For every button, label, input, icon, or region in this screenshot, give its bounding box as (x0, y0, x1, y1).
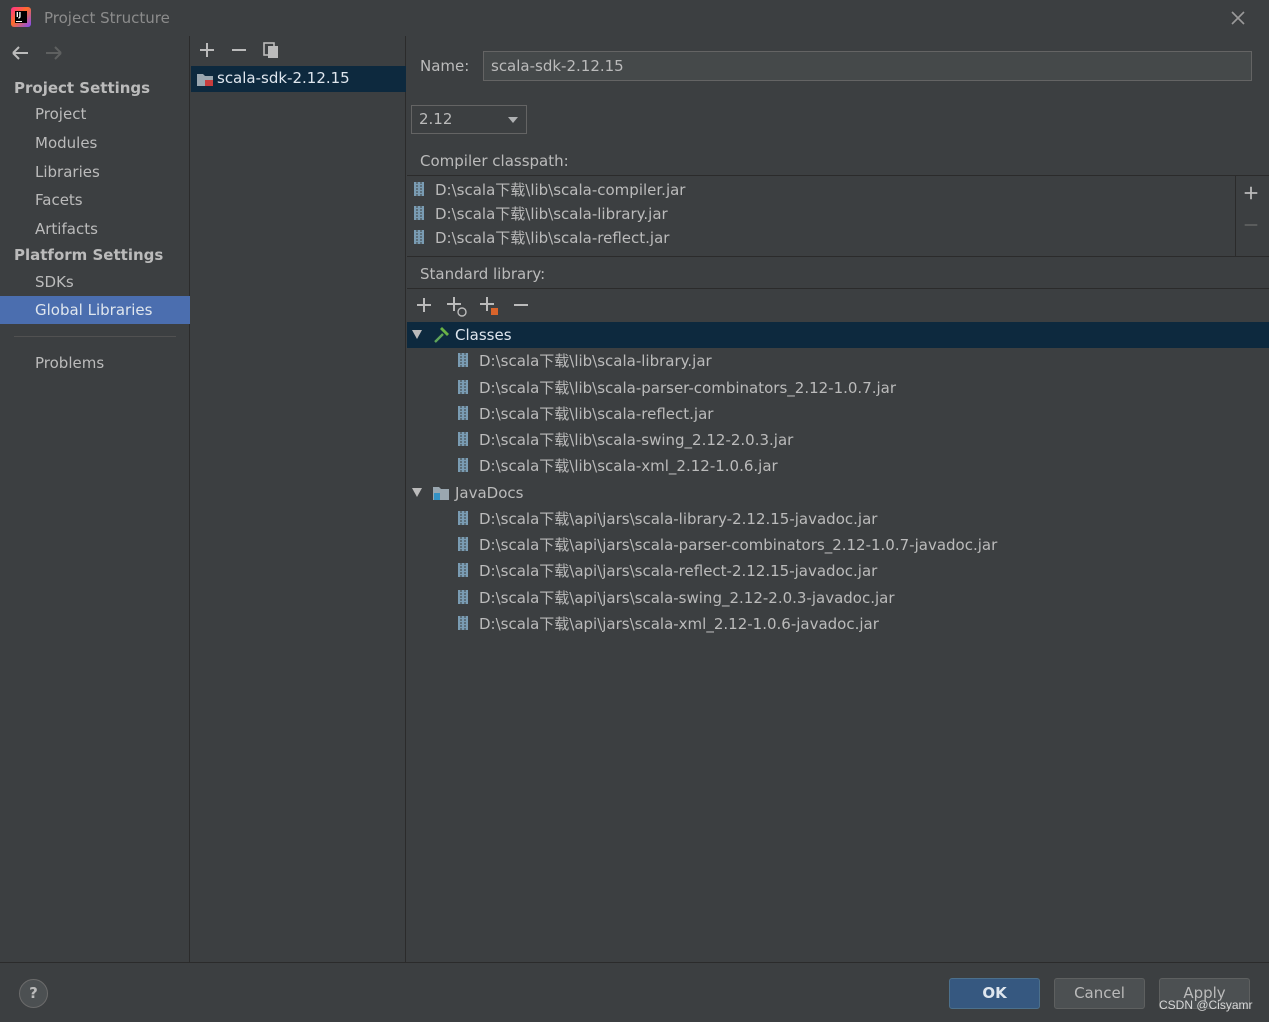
sidebar-item-sdks[interactable]: SDKs (0, 268, 190, 296)
sidebar-item-project[interactable]: Project (0, 100, 190, 128)
scala-version-value: 2.12 (419, 110, 453, 128)
jar-icon (414, 205, 424, 220)
window-title: Project Structure (44, 9, 170, 27)
intellij-app-icon: IJ (11, 7, 31, 27)
sidebar-item-problems[interactable]: Problems (0, 349, 190, 377)
name-label: Name: (420, 57, 470, 75)
list-item[interactable]: D:\scala下载\lib\scala-swing_2.12-2.0.3.ja… (457, 427, 793, 453)
jar-icon (458, 562, 468, 577)
project-settings-heading: Project Settings (14, 79, 151, 97)
standard-library-label: Standard library: (420, 265, 546, 283)
javadoc-folder-icon (433, 487, 449, 500)
class-path: D:\scala下载\lib\scala-xml_2.12-1.0.6.jar (479, 457, 778, 475)
ok-button[interactable]: OK (949, 978, 1040, 1009)
list-item[interactable]: D:\scala下载\api\jars\scala-library-2.12.1… (457, 506, 877, 532)
list-item[interactable]: D:\scala下载\api\jars\scala-reflect-2.12.1… (457, 558, 877, 584)
sidebar-item-artifacts[interactable]: Artifacts (0, 215, 190, 243)
add-jar-icon[interactable] (478, 295, 500, 317)
list-item[interactable]: D:\scala下载\api\jars\scala-swing_2.12-2.0… (457, 585, 895, 611)
library-list-item[interactable]: scala-sdk-2.12.15 (191, 66, 406, 92)
jar-icon (458, 536, 468, 551)
javadoc-path: D:\scala下载\api\jars\scala-reflect-2.12.1… (479, 562, 878, 580)
close-icon[interactable] (1228, 8, 1248, 28)
jar-icon (414, 229, 424, 244)
tree-node-classes[interactable]: Classes (407, 322, 1269, 348)
class-path: D:\scala下载\lib\scala-swing_2.12-2.0.3.ja… (479, 431, 794, 449)
jar-icon (458, 352, 468, 367)
library-detail-pane: Name: 2.12 Compiler classpath: D:\scala下… (407, 36, 1269, 962)
jar-icon (458, 379, 468, 394)
help-button[interactable]: ? (19, 979, 48, 1008)
list-item[interactable]: D:\scala下载\api\jars\scala-xml_2.12-1.0.6… (457, 611, 879, 637)
classpath-toolbar (1235, 176, 1269, 256)
copy-icon[interactable] (261, 40, 281, 60)
sidebar-item-facets[interactable]: Facets (0, 186, 190, 214)
sidebar-divider (14, 336, 176, 337)
watermark: CSDN @Cisyamr (1159, 998, 1253, 1012)
list-item[interactable]: D:\scala下载\api\jars\scala-parser-combina… (457, 532, 997, 558)
library-list-pane: scala-sdk-2.12.15 (191, 36, 406, 962)
dialog-footer: ? OK Cancel Apply CSDN @Cisyamr (0, 962, 1269, 1022)
classpath-path: D:\scala下载\lib\scala-reflect.jar (435, 229, 670, 247)
add-url-icon[interactable] (445, 295, 467, 317)
classpath-path: D:\scala下载\lib\scala-library.jar (435, 205, 668, 223)
standard-library-tree: Classes D:\scala下载\lib\scala-library.jar… (407, 288, 1269, 962)
javadoc-path: D:\scala下载\api\jars\scala-parser-combina… (479, 536, 998, 554)
platform-settings-heading: Platform Settings (14, 246, 164, 264)
jar-icon (414, 181, 424, 196)
list-item[interactable]: D:\scala下载\lib\scala-reflect.jar (457, 401, 713, 427)
title-bar: IJ Project Structure (0, 0, 1269, 36)
add-icon[interactable] (414, 295, 434, 315)
scala-version-select[interactable]: 2.12 (411, 105, 527, 134)
settings-sidebar: Project Settings Project Modules Librari… (0, 36, 190, 962)
list-item[interactable]: D:\scala下载\lib\scala-library.jar (457, 348, 712, 374)
classes-label: Classes (455, 326, 512, 344)
class-path: D:\scala下载\lib\scala-parser-combinators_… (479, 379, 897, 397)
classpath-path: D:\scala下载\lib\scala-compiler.jar (435, 181, 686, 199)
jar-icon (458, 615, 468, 630)
chevron-down-icon (508, 117, 518, 123)
sidebar-item-libraries[interactable]: Libraries (0, 158, 190, 186)
jar-icon (458, 431, 468, 446)
expanded-arrow-icon[interactable] (412, 330, 422, 339)
list-item[interactable]: D:\scala下载\lib\scala-library.jar (413, 202, 668, 226)
list-item[interactable]: D:\scala下载\lib\scala-parser-combinators_… (457, 375, 896, 401)
list-item[interactable]: D:\scala下载\lib\scala-reflect.jar (413, 226, 669, 250)
javadocs-label: JavaDocs (455, 484, 524, 502)
sidebar-item-global-libraries[interactable]: Global Libraries (0, 296, 190, 324)
back-arrow-icon[interactable] (10, 42, 32, 64)
expanded-arrow-icon[interactable] (412, 488, 422, 497)
jar-icon (458, 510, 468, 525)
class-path: D:\scala下载\lib\scala-reflect.jar (479, 405, 714, 423)
jar-icon (458, 457, 468, 472)
jar-icon (458, 589, 468, 604)
class-path: D:\scala下载\lib\scala-library.jar (479, 352, 712, 370)
hammer-icon (434, 327, 449, 343)
compiler-classpath-label: Compiler classpath: (420, 152, 569, 170)
forward-arrow-icon[interactable] (42, 42, 64, 64)
cancel-button[interactable]: Cancel (1054, 978, 1145, 1009)
remove-icon[interactable] (229, 40, 249, 60)
library-list-item-label: scala-sdk-2.12.15 (217, 69, 350, 87)
tree-node-javadocs[interactable]: JavaDocs (407, 480, 1269, 506)
compiler-classpath-list: D:\scala下载\lib\scala-compiler.jar D:\sca… (407, 175, 1269, 257)
list-item[interactable]: D:\scala下载\lib\scala-compiler.jar (413, 178, 685, 202)
javadoc-path: D:\scala下载\api\jars\scala-xml_2.12-1.0.6… (479, 615, 879, 633)
sidebar-item-modules[interactable]: Modules (0, 129, 190, 157)
javadoc-path: D:\scala下载\api\jars\scala-swing_2.12-2.0… (479, 589, 895, 607)
library-folder-icon (197, 74, 213, 86)
add-icon[interactable] (1242, 184, 1260, 202)
remove-icon[interactable] (511, 295, 531, 315)
add-icon[interactable] (197, 40, 217, 60)
remove-icon[interactable] (1242, 216, 1260, 234)
list-item[interactable]: D:\scala下载\lib\scala-xml_2.12-1.0.6.jar (457, 453, 778, 479)
javadoc-path: D:\scala下载\api\jars\scala-library-2.12.1… (479, 510, 878, 528)
jar-icon (458, 405, 468, 420)
name-field[interactable] (483, 51, 1252, 81)
